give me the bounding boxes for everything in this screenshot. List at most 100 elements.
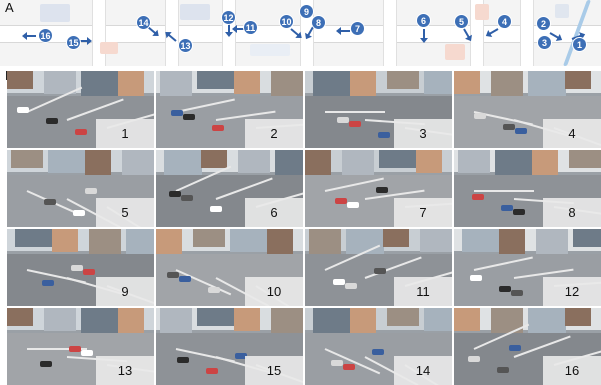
vehicle <box>503 124 515 130</box>
map-building <box>250 44 290 56</box>
vehicle <box>372 349 384 355</box>
scene-building <box>573 229 601 247</box>
vehicle <box>335 198 347 204</box>
vehicle <box>515 128 527 134</box>
scene-building <box>238 150 270 173</box>
vehicle <box>181 195 193 201</box>
camera-marker: 5 <box>454 14 469 29</box>
scene-building <box>499 229 525 257</box>
scene-building <box>234 308 260 331</box>
camera-view: 10 <box>156 229 303 306</box>
vehicle <box>71 265 83 271</box>
camera-view-label: 1 <box>96 119 154 148</box>
cross-street <box>383 0 397 66</box>
scene-building <box>383 229 409 247</box>
camera-location-map: 16 15 14 13 12 11 10 9 8 7 6 5 4 2 3 1 <box>0 0 601 66</box>
camera-view: 2 <box>156 71 303 148</box>
vehicle <box>345 283 357 289</box>
direction-arrow <box>24 35 36 37</box>
camera-marker: 12 <box>221 10 236 25</box>
map-building <box>40 4 70 22</box>
map-building <box>475 4 489 20</box>
vehicle <box>337 117 349 123</box>
camera-view-label: 8 <box>543 198 601 227</box>
camera-view-label: 9 <box>96 277 154 306</box>
scene-building <box>454 71 480 94</box>
vehicle <box>474 113 486 119</box>
camera-marker: 1 <box>572 37 587 52</box>
scene-building <box>569 150 601 168</box>
camera-marker: 14 <box>136 15 151 30</box>
vehicle <box>40 361 52 367</box>
scene-building <box>15 229 53 247</box>
vehicle <box>44 199 56 205</box>
vehicle <box>177 357 189 363</box>
camera-marker: 11 <box>243 20 258 35</box>
vehicle <box>497 367 509 373</box>
scene-building <box>271 308 303 336</box>
camera-view-label: 4 <box>543 119 601 148</box>
scene-building <box>387 308 419 326</box>
camera-view: 1 <box>7 71 154 148</box>
vehicle <box>75 129 87 135</box>
scene-building <box>81 71 119 99</box>
scene-building <box>379 150 417 168</box>
camera-view-label: 2 <box>245 119 303 148</box>
camera-view: 11 <box>305 229 452 306</box>
scene-building <box>234 71 260 94</box>
lane-marking <box>474 190 534 192</box>
vehicle <box>210 206 222 212</box>
map-building <box>100 42 118 54</box>
scene-building <box>424 71 452 94</box>
scene-building <box>85 150 111 178</box>
vehicle <box>169 191 181 197</box>
scene-building <box>230 229 268 252</box>
vehicle <box>69 346 81 352</box>
camera-view: 5 <box>7 150 154 227</box>
direction-arrow <box>423 29 425 41</box>
scene-building <box>81 308 119 336</box>
camera-marker: 4 <box>497 14 512 29</box>
scene-building <box>275 150 303 178</box>
vehicle <box>511 290 523 296</box>
scene-building <box>44 308 76 331</box>
cross-street <box>92 0 106 66</box>
vehicle <box>17 107 29 113</box>
camera-view: 12 <box>454 229 601 306</box>
scene-building <box>495 150 533 178</box>
scene-building <box>454 308 480 331</box>
vehicle <box>376 187 388 193</box>
camera-view-label: 11 <box>394 277 452 306</box>
scene-building <box>491 71 523 99</box>
vehicle <box>171 110 183 116</box>
scene-building <box>197 71 235 89</box>
scene-building <box>458 150 490 173</box>
vehicle <box>509 345 521 351</box>
camera-view-label: 13 <box>96 356 154 385</box>
camera-view-label: 12 <box>543 277 601 306</box>
map-building <box>180 4 210 20</box>
vehicle <box>212 125 224 131</box>
vehicle <box>349 121 361 127</box>
camera-view: 8 <box>454 150 601 227</box>
scene-building <box>416 150 442 173</box>
camera-marker: 15 <box>66 35 81 50</box>
scene-building <box>313 308 351 336</box>
vehicle <box>333 279 345 285</box>
camera-view-label: 14 <box>394 356 452 385</box>
vehicle <box>343 364 355 370</box>
scene-building <box>313 71 351 99</box>
scene-building <box>565 71 591 89</box>
scene-building <box>52 229 78 252</box>
camera-view: 13 <box>7 308 154 385</box>
camera-view: 3 <box>305 71 452 148</box>
direction-arrow <box>338 30 350 32</box>
scene-building <box>197 308 235 326</box>
camera-view-label: 16 <box>543 356 601 385</box>
camera-view-label: 15 <box>245 356 303 385</box>
vehicle <box>513 209 525 215</box>
scene-building <box>420 229 452 252</box>
camera-marker: 10 <box>279 14 294 29</box>
vehicle <box>85 188 97 194</box>
camera-marker: 7 <box>350 21 365 36</box>
